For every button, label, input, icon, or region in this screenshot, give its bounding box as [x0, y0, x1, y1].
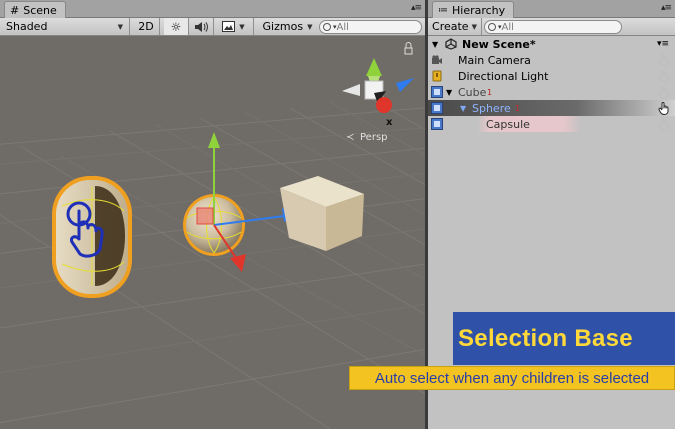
hierarchy-item-label: Cube — [458, 85, 487, 99]
chevron-down-icon: ▼ — [117, 22, 123, 31]
create-label: Create — [432, 20, 469, 33]
chevron-down-icon: ▼ — [307, 22, 313, 31]
expand-arrow-icon[interactable]: ▼ — [460, 104, 466, 113]
hierarchy-item-label: Sphere — [472, 101, 511, 115]
hierarchy-item-sphere[interactable]: ▼ Sphere 1 — [428, 100, 675, 116]
scene-tab-label: Scene — [23, 3, 57, 17]
mode-2d-label: 2D — [138, 20, 154, 33]
scene-tab-menu-icon[interactable]: ▴≡ — [411, 3, 422, 13]
selection-base-title: Selection Base — [458, 324, 633, 352]
persp-arrows-icon: ≺ — [346, 132, 354, 143]
lock-icon[interactable] — [404, 42, 413, 55]
hierarchy-item-directional-light[interactable]: Directional Light — [428, 68, 675, 84]
create-dropdown[interactable]: Create ▼ — [428, 18, 482, 35]
persp-label[interactable]: Persp — [360, 132, 388, 143]
prefab-icon — [431, 118, 443, 130]
hierarchy-search-input[interactable]: ▾ All — [484, 20, 622, 34]
prefab-icon — [431, 86, 443, 98]
selection-base-subtitle-banner: Auto select when any children is selecte… — [349, 366, 675, 390]
selection-base-marker: 1 — [515, 104, 521, 113]
expand-arrow-icon[interactable]: ▼ — [432, 40, 438, 49]
hand-pick-icon[interactable] — [658, 69, 670, 83]
tab-scene[interactable]: # Scene — [4, 1, 66, 18]
cube-object[interactable] — [280, 176, 364, 251]
scene-header-row[interactable]: ▼ New Scene* ▾≡ — [428, 36, 675, 52]
scene-grid-icon: # — [10, 3, 20, 17]
chevron-down-icon: ▼ — [471, 22, 477, 31]
scene-search-input[interactable]: ▾ All — [319, 20, 422, 34]
scene-tabbar: # Scene ▴≡ — [0, 0, 425, 18]
hierarchy-item-label: Directional Light — [458, 69, 549, 83]
hand-pick-icon[interactable] — [658, 101, 670, 115]
image-icon — [222, 21, 236, 32]
shading-mode-dropdown[interactable]: Shaded ▼ — [0, 18, 130, 35]
audio-toggle[interactable] — [189, 18, 214, 35]
search-icon — [323, 23, 331, 31]
sun-icon: ☼ — [170, 19, 182, 34]
hierarchy-tabbar: ≔ Hierarchy ▴≡ — [428, 0, 675, 18]
selection-base-marker: 1 — [487, 88, 493, 97]
hierarchy-item-capsule[interactable]: Capsule — [428, 116, 675, 132]
hierarchy-search-placeholder: All — [501, 21, 514, 33]
lighting-toggle[interactable]: ☼ — [164, 18, 189, 35]
axis-x-label: x — [386, 117, 393, 128]
unity-logo-icon — [445, 38, 457, 50]
scene-menu-icon[interactable]: ▾≡ — [657, 39, 669, 49]
chevron-down-icon: ▼ — [239, 22, 245, 31]
hierarchy-item-cube[interactable]: ▼ Cube 1 — [428, 84, 675, 100]
hierarchy-item-label: Capsule — [486, 117, 530, 131]
hand-pick-icon[interactable] — [658, 117, 670, 131]
search-icon — [488, 23, 496, 31]
light-icon — [432, 70, 442, 82]
scene-search-placeholder: All — [336, 21, 349, 33]
scene-name: New Scene* — [462, 37, 536, 51]
hierarchy-tab-menu-icon[interactable]: ▴≡ — [661, 3, 672, 13]
shading-mode-value: Shaded — [6, 20, 48, 33]
tab-hierarchy[interactable]: ≔ Hierarchy — [432, 1, 515, 18]
expand-arrow-icon[interactable]: ▼ — [446, 88, 452, 97]
hierarchy-toolbar: Create ▼ ▾ All — [428, 18, 675, 36]
hierarchy-tab-label: Hierarchy — [452, 3, 506, 17]
gizmos-dropdown[interactable]: Gizmos ▼ — [260, 18, 315, 35]
hierarchy-item-label: Main Camera — [458, 53, 531, 67]
hierarchy-item-main-camera[interactable]: Main Camera — [428, 52, 675, 68]
mode-2d-toggle[interactable]: 2D — [133, 18, 160, 35]
gizmos-label: Gizmos — [262, 20, 304, 33]
capsule-object[interactable] — [52, 176, 132, 298]
effects-dropdown[interactable]: ▼ — [214, 18, 254, 35]
scene-panel: # Scene ▴≡ Shaded ▼ 2D ☼ ▼ Gizmos ▼ ▾ Al… — [0, 0, 425, 429]
hand-pick-icon[interactable] — [658, 85, 670, 99]
prefab-icon — [431, 102, 443, 114]
list-icon: ≔ — [438, 4, 448, 16]
selection-base-title-banner: Selection Base — [453, 312, 675, 365]
scene-toolbar: Shaded ▼ 2D ☼ ▼ Gizmos ▼ ▾ All — [0, 18, 425, 36]
speaker-icon — [195, 21, 208, 32]
camera-icon — [432, 55, 442, 64]
hand-pick-icon[interactable] — [658, 53, 670, 67]
selection-base-subtitle: Auto select when any children is selecte… — [374, 369, 650, 387]
